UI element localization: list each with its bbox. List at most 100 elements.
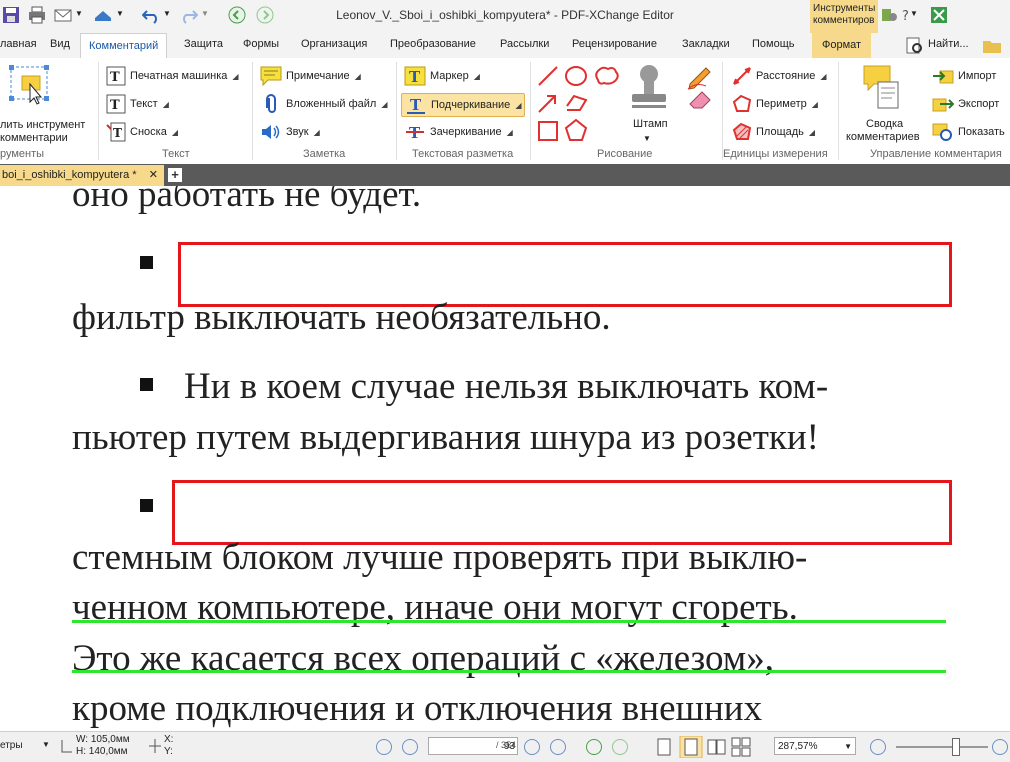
metrics-label[interactable]: етры [0,740,23,751]
underline-annotation[interactable] [72,620,946,623]
help-dropdown-icon[interactable]: ▼ [910,9,918,18]
tab-format[interactable]: Формат [812,33,872,58]
svg-text:?: ? [902,9,909,24]
settings-icon[interactable] [880,6,898,24]
svg-text:T: T [110,70,120,85]
group-label-measure: Единицы измерения [723,148,828,160]
tab-comment[interactable]: Комментарий [80,33,168,58]
underline-button[interactable]: T Подчеркивание ◢ [401,93,526,117]
facing-pages-icon[interactable] [707,739,726,755]
underline-annotation[interactable] [72,670,946,673]
back-view-icon[interactable] [586,739,602,755]
svg-text:T: T [410,96,422,114]
document-tab[interactable]: boi_i_oshibki_kompyutera * ✕ [0,165,164,186]
tab-help[interactable]: Помощь [752,38,795,50]
tab-review[interactable]: Рецензирование [572,38,657,50]
close-icon[interactable]: ✕ [149,165,158,186]
document-page: оно работать не будет. фильтр выключать … [0,186,1010,731]
eraser-icon[interactable] [689,91,711,109]
strikeout-button[interactable]: T Зачеркивание ◢ [404,121,513,143]
area-button[interactable]: Площадь ◢ [732,121,815,143]
metrics-dropdown-icon[interactable]: ▼ [42,740,50,749]
comment-summary-label[interactable]: Сводка [866,118,903,130]
highlight-dropdown-icon: ◢ [473,71,480,81]
page-total: / 354 [496,740,517,750]
callout-icon: T [106,122,126,142]
stamp-label[interactable]: Штамп [633,118,668,130]
highlight-label: Маркер [430,70,469,82]
cloud-tool-icon[interactable] [595,66,619,85]
tab-organize[interactable]: Организация [301,38,367,50]
zoom-field[interactable]: 287,57% ▼ [774,737,856,755]
group-label-manage: Управление комментария [870,148,1002,160]
ellipse-tool-icon[interactable] [565,66,587,86]
continuous-facing-icon[interactable] [731,737,751,757]
next-page-icon[interactable] [524,739,540,755]
export-button[interactable]: Экспорт [932,93,999,115]
text-label: Текст [130,98,158,110]
continuous-page-icon[interactable] [679,736,703,758]
group-label-note: Заметка [303,148,346,160]
show-comments-icon [932,123,952,141]
drawing-shapes [538,66,619,141]
zoom-slider-track[interactable] [896,746,988,748]
new-tab-icon[interactable]: + [168,168,182,182]
callout-button[interactable]: T Сноска ◢ [106,121,178,143]
find-button[interactable]: Найти... [928,38,969,50]
tab-home[interactable]: лавная [0,38,37,50]
polygon-tool-icon[interactable] [564,118,588,141]
rectangle-tool-icon[interactable] [538,121,558,141]
distance-icon [733,67,751,85]
attached-file-button[interactable]: Вложенный файл ◢ [260,93,388,115]
select-comment-tool-label-2[interactable]: комментарии [0,132,68,144]
comment-summary-icon[interactable] [862,64,902,114]
highlight-button[interactable]: T Маркер ◢ [404,65,480,87]
tab-bookmarks[interactable]: Закладки [682,38,730,50]
zoom-slider-handle[interactable] [952,738,960,756]
zoom-in-icon[interactable] [992,739,1008,755]
first-page-icon[interactable] [376,739,392,755]
note-label: Примечание [286,70,350,82]
note-button[interactable]: Примечание ◢ [260,65,361,87]
svg-text:T: T [409,68,421,86]
select-comment-tool-icon[interactable] [8,64,50,106]
polygon-line-tool-icon[interactable] [566,94,588,111]
export-label: Экспорт [958,98,1000,110]
area-icon [732,122,752,140]
group-label-text: Текст [162,148,190,160]
comment-summary-label-2[interactable]: комментариев [846,131,920,143]
list-bullet [140,499,153,512]
last-page-icon[interactable] [550,739,566,755]
tab-convert[interactable]: Преобразование [390,38,476,50]
forward-view-icon[interactable] [612,739,628,755]
sound-button[interactable]: Звук ◢ [260,121,320,143]
typewriter-button[interactable]: T Печатная машинка ◢ [106,65,239,87]
folder-search-icon[interactable] [982,37,1002,55]
stamp-dropdown-icon[interactable]: ▼ [643,134,651,143]
single-page-icon[interactable] [657,738,671,756]
perimeter-button[interactable]: Периметр ◢ [732,93,818,115]
tab-forms[interactable]: Формы [243,38,279,50]
page-layout-buttons [657,736,751,758]
tab-mailings[interactable]: Рассылки [500,38,549,50]
select-comment-tool-label[interactable]: лить инструмент [0,119,85,131]
distance-button[interactable]: Расстояние ◢ [732,65,827,87]
document-line: оно работать не будет. [72,186,422,215]
export-icon [932,98,954,112]
document-line: кроме подключения и отключения внешних [72,688,763,729]
tab-view[interactable]: Вид [50,38,70,50]
tab-protect[interactable]: Защита [184,38,223,50]
note-dropdown-icon: ◢ [354,71,361,81]
line-tool-icon[interactable] [538,66,558,86]
zoom-dropdown-icon[interactable]: ▼ [844,742,852,751]
svg-text:T: T [110,98,120,113]
stamp-button[interactable] [626,62,672,122]
pencil-icon[interactable] [687,67,711,90]
import-button[interactable]: Импорт [932,65,996,87]
previous-page-icon[interactable] [402,739,418,755]
fullscreen-icon[interactable] [930,6,948,24]
show-button[interactable]: Показать [932,121,1005,143]
arrow-tool-icon[interactable] [538,95,556,113]
text-button[interactable]: T Текст ◢ [106,93,169,115]
zoom-out-icon[interactable] [870,739,886,755]
